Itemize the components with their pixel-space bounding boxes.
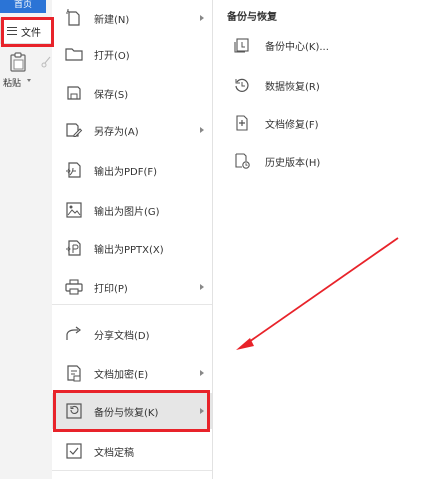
annotation-arrow-icon [236,237,399,350]
